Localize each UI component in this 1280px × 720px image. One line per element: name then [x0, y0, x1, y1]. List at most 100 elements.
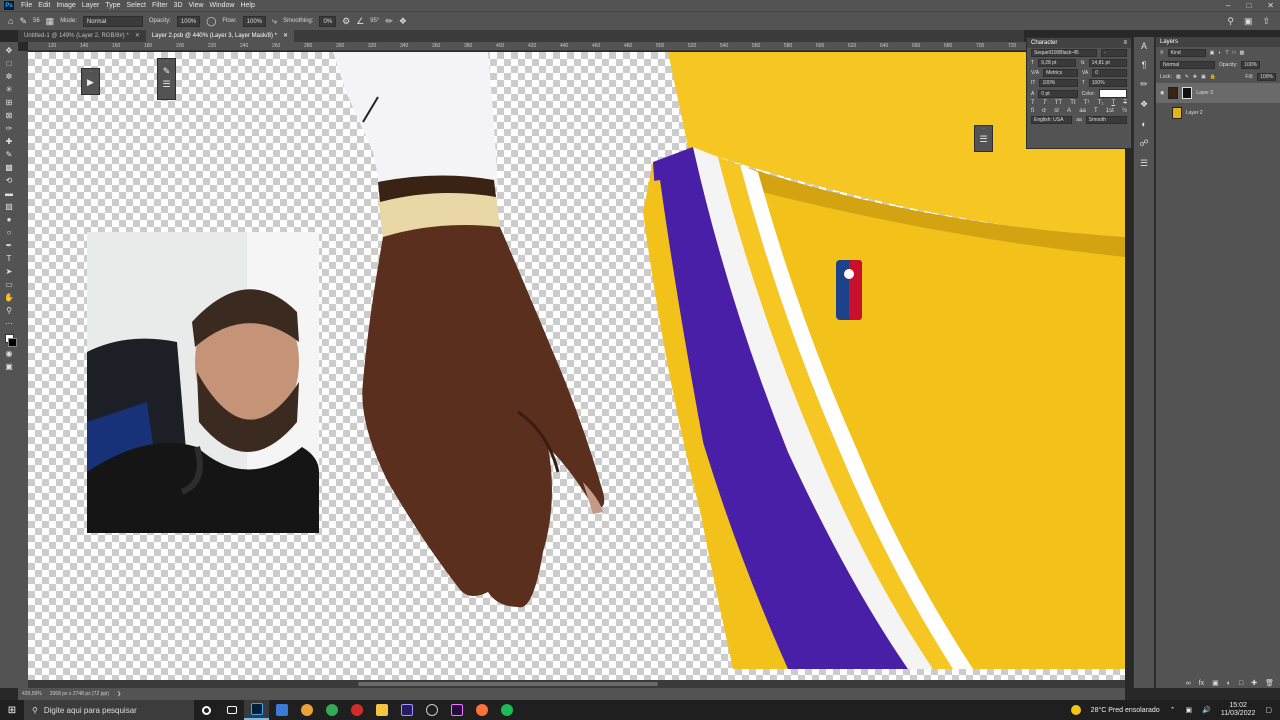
- link-icon[interactable]: ∞: [1186, 680, 1191, 687]
- menu-filter[interactable]: Filter: [152, 2, 168, 9]
- spotify-taskbar-icon[interactable]: [494, 700, 519, 720]
- menu-select[interactable]: Select: [127, 2, 146, 9]
- dodge-tool-icon[interactable]: ○: [2, 226, 16, 239]
- more-tools-icon[interactable]: ⋯: [2, 317, 16, 330]
- brush-tool-icon[interactable]: ✎: [2, 148, 16, 161]
- type-tool-icon[interactable]: T: [2, 252, 16, 265]
- panel-grip-icon[interactable]: ⋯: [982, 126, 986, 131]
- move-tool-icon[interactable]: ✥: [2, 44, 16, 57]
- history-panel-icon[interactable]: ☰: [1140, 158, 1148, 169]
- notifications-icon[interactable]: ▢: [1265, 706, 1272, 714]
- flow-field[interactable]: 100%: [242, 15, 267, 27]
- angle-field[interactable]: 95°: [370, 18, 379, 24]
- lock-position-icon[interactable]: ✥: [1193, 74, 1197, 80]
- volume-icon[interactable]: 🔊: [1202, 706, 1211, 714]
- firefox-taskbar-icon[interactable]: [469, 700, 494, 720]
- vertical-scale-field[interactable]: 100%: [1039, 79, 1078, 87]
- search-icon[interactable]: ⚲: [1227, 16, 1234, 26]
- photos-taskbar-icon[interactable]: [269, 700, 294, 720]
- baseline-field[interactable]: 0 pt: [1038, 89, 1078, 98]
- premiere-taskbar-icon[interactable]: [444, 700, 469, 720]
- pen-tool-icon[interactable]: ✒: [2, 239, 16, 252]
- background-color-swatch[interactable]: [7, 338, 17, 347]
- zoom-level[interactable]: 439,59%: [22, 691, 42, 697]
- character-panel-title[interactable]: Character: [1031, 40, 1057, 46]
- new-layer-icon[interactable]: ✚: [1251, 679, 1257, 687]
- paragraph-panel-icon[interactable]: ¶: [1142, 60, 1147, 70]
- layer-row-layer-2[interactable]: Layer 2: [1156, 103, 1280, 123]
- maximize-icon[interactable]: □: [1246, 1, 1251, 10]
- fill-field[interactable]: 100%: [1257, 73, 1276, 81]
- faux-bold-icon[interactable]: T: [1031, 100, 1035, 106]
- menu-layer[interactable]: Layer: [82, 2, 100, 9]
- swash-icon[interactable]: st: [1054, 108, 1059, 114]
- new-group-icon[interactable]: □: [1239, 680, 1243, 687]
- weather-sun-icon[interactable]: [1070, 705, 1081, 715]
- path-select-tool-icon[interactable]: ➤: [2, 265, 16, 278]
- faux-italic-icon[interactable]: T: [1043, 100, 1047, 106]
- superscript-icon[interactable]: T¹: [1084, 100, 1090, 106]
- file-explorer-taskbar-icon[interactable]: [369, 700, 394, 720]
- marquee-tool-icon[interactable]: □: [2, 57, 16, 70]
- tracking-field[interactable]: 0: [1092, 69, 1127, 77]
- layer-opacity-field[interactable]: 100%: [1241, 61, 1261, 69]
- adjustment-layer-icon[interactable]: ◐: [1227, 680, 1231, 687]
- filter-smart-icon[interactable]: ▩: [1240, 50, 1245, 56]
- eyedropper-tool-icon[interactable]: ✑: [2, 122, 16, 135]
- lock-all-icon[interactable]: 🔒: [1210, 74, 1216, 80]
- blend-mode-select[interactable]: Normal: [1160, 61, 1215, 69]
- clock[interactable]: 15:02 11/03/2022: [1221, 702, 1256, 718]
- trash-icon[interactable]: 🗑: [1265, 679, 1274, 687]
- layer-name[interactable]: Layer 3: [1196, 90, 1213, 96]
- subscript-icon[interactable]: T₁: [1098, 100, 1104, 106]
- libraries-panel-icon[interactable]: ☍: [1139, 138, 1148, 149]
- record-taskbar-icon[interactable]: [344, 700, 369, 720]
- adjustments-panel-icon[interactable]: ◐: [1141, 119, 1146, 129]
- blur-tool-icon[interactable]: ●: [2, 213, 16, 226]
- airbrush-icon[interactable]: ⤷: [272, 16, 277, 26]
- chrome-profile-taskbar-icon[interactable]: [319, 700, 344, 720]
- filter-kind-select[interactable]: Kind: [1167, 49, 1206, 57]
- add-mask-icon[interactable]: ▣: [1212, 679, 1219, 687]
- brush-options-icon[interactable]: ☰: [162, 79, 170, 90]
- workspace-icon[interactable]: ▣: [1244, 16, 1253, 26]
- brush-settings-icon[interactable]: ▦: [46, 16, 55, 26]
- hand-tool-icon[interactable]: ✋: [2, 291, 16, 304]
- lock-paint-icon[interactable]: ✎: [1185, 74, 1189, 80]
- menu-image[interactable]: Image: [56, 2, 75, 9]
- eye-icon[interactable]: ◉: [1160, 90, 1164, 96]
- stylistic-icon[interactable]: A: [1067, 108, 1071, 114]
- windows-start-icon[interactable]: ⊞: [0, 705, 24, 716]
- menu-file[interactable]: File: [21, 2, 32, 9]
- paths-panel-icon[interactable]: ❖: [1140, 99, 1148, 110]
- character-panel-icon[interactable]: A: [1141, 41, 1147, 51]
- antialias-select[interactable]: Smooth: [1085, 116, 1127, 124]
- font-family-select[interactable]: SequelI100Black-45: [1031, 49, 1097, 57]
- minimize-icon[interactable]: –: [1226, 1, 1230, 10]
- network-icon[interactable]: ▣: [1186, 706, 1193, 714]
- adjustments-icon[interactable]: ☰: [979, 134, 987, 145]
- gear-icon[interactable]: ⚙: [342, 16, 350, 26]
- menu-view[interactable]: View: [189, 2, 204, 9]
- close-icon[interactable]: ✕: [1267, 1, 1274, 10]
- stamp-tool-icon[interactable]: ▩: [2, 161, 16, 174]
- brush-preset-icon[interactable]: ✎: [163, 66, 171, 77]
- panel-grip-icon[interactable]: ⋯: [165, 59, 169, 64]
- lasso-tool-icon[interactable]: ✼: [2, 70, 16, 83]
- brush-icon[interactable]: ✎: [19, 16, 27, 26]
- discretionary-ligature-icon[interactable]: ơ: [1042, 108, 1046, 114]
- close-tab-icon[interactable]: ✕: [135, 30, 140, 42]
- filter-type-icon[interactable]: T: [1225, 50, 1228, 56]
- fx-icon[interactable]: fx: [1199, 680, 1204, 687]
- home-icon[interactable]: ⌂: [8, 16, 13, 26]
- menu-help[interactable]: Help: [240, 2, 254, 9]
- panel-menu-icon[interactable]: ≡: [1123, 40, 1127, 46]
- tab-layer-2-psb[interactable]: Layer 2.psb @ 440% (Layer 3, Layer Mask/…: [145, 30, 295, 42]
- task-view-icon[interactable]: [219, 700, 244, 720]
- language-select[interactable]: English: USA: [1031, 116, 1073, 124]
- lock-pixels-icon[interactable]: ▩: [1176, 74, 1181, 80]
- filter-pixel-icon[interactable]: ▣: [1210, 50, 1215, 56]
- quick-select-tool-icon[interactable]: ✳: [2, 83, 16, 96]
- healing-tool-icon[interactable]: ✚: [2, 135, 16, 148]
- clock-taskbar-icon[interactable]: [419, 700, 444, 720]
